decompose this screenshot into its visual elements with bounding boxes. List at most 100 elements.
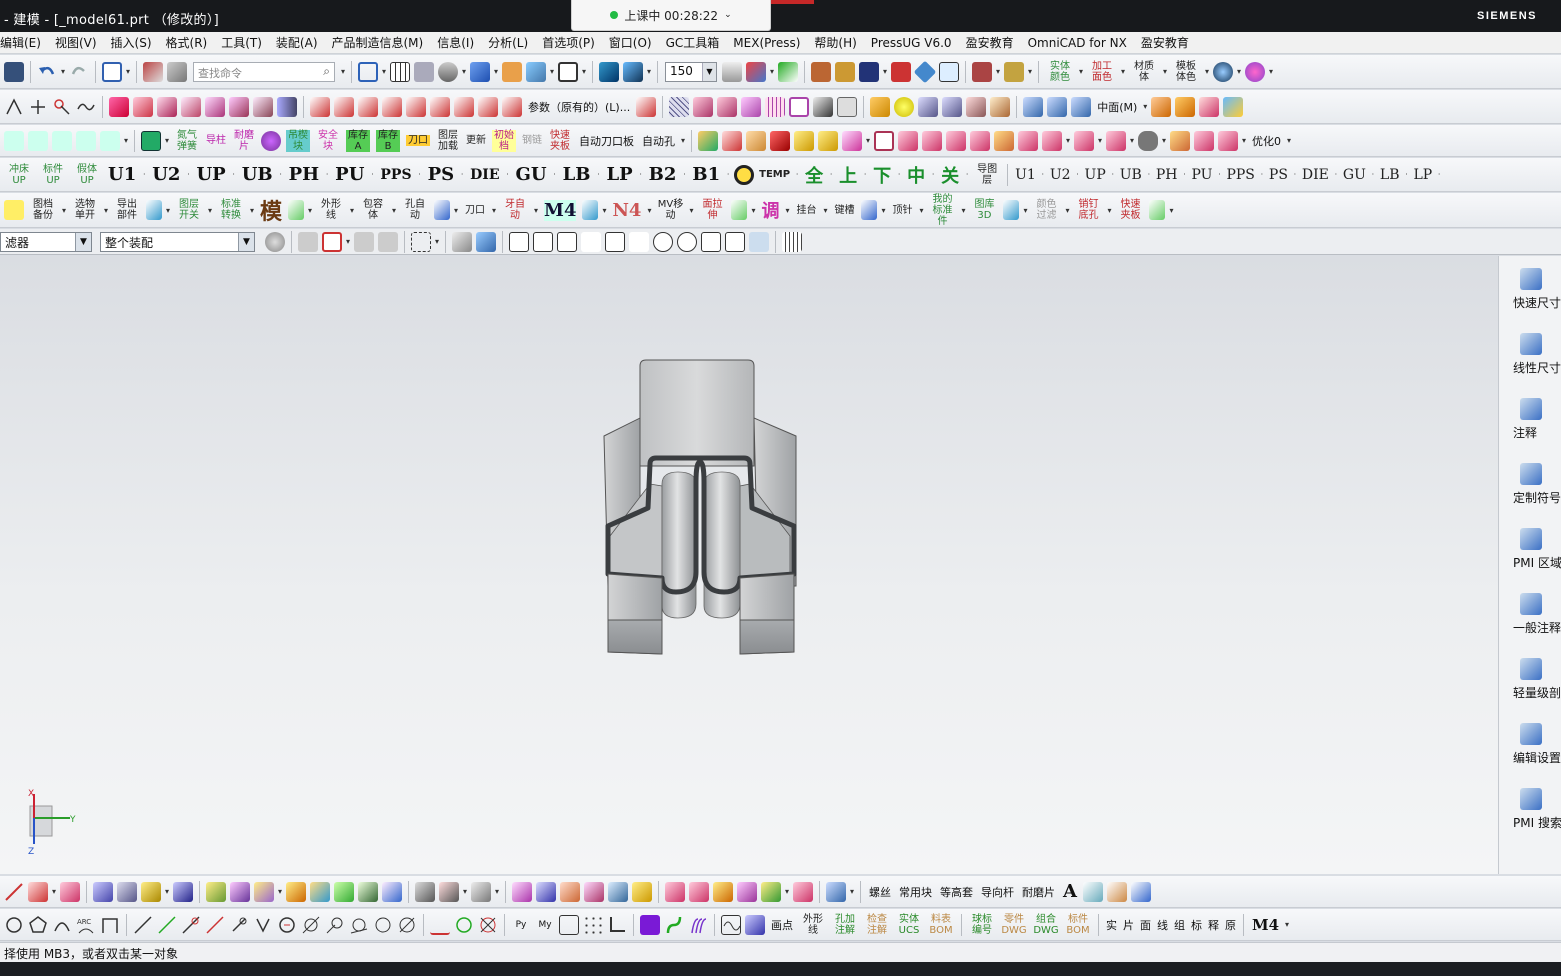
sheet-icon[interactable]	[1071, 96, 1092, 117]
line-a-icon[interactable]	[133, 915, 153, 935]
thicken-icon[interactable]	[1023, 96, 1044, 117]
select-face-icon[interactable]	[378, 231, 398, 252]
plate-shortcut-button[interactable]: PU	[335, 164, 364, 185]
die-tool-button[interactable]: 销钉底孔	[1074, 199, 1102, 221]
drawing-tool-button[interactable]: 线	[1157, 917, 1168, 933]
mesh-surface-icon[interactable]	[669, 96, 690, 117]
chevron-down-icon[interactable]: ▼	[702, 62, 716, 81]
die-standard-part-button[interactable]: 耐磨片	[1022, 884, 1055, 900]
open-box-icon[interactable]	[818, 130, 838, 151]
wave-icon[interactable]	[721, 914, 741, 935]
offset-icon[interactable]	[478, 96, 498, 117]
sphere-icon[interactable]	[894, 96, 915, 117]
plate-shortcut-button[interactable]: 下	[873, 162, 891, 188]
tool-glyph-icon[interactable]	[1003, 200, 1020, 220]
snap-icon[interactable]	[143, 61, 163, 82]
feature-a-icon[interactable]	[665, 881, 685, 902]
block-icon[interactable]	[870, 96, 891, 117]
auto-edge-plate-button[interactable]: 自动刀口板	[579, 133, 634, 149]
background-color-icon[interactable]	[558, 61, 578, 82]
tool-glyph-icon[interactable]	[861, 200, 878, 220]
resource-bar-item[interactable]: 线性尺寸	[1499, 333, 1561, 376]
ring-icon[interactable]	[734, 164, 755, 185]
plate-shortcut-button[interactable]: PS	[1269, 165, 1288, 185]
plate-shortcut-button[interactable]: GU	[1343, 165, 1366, 185]
snap-tangent-icon[interactable]	[629, 231, 649, 252]
circle-center-icon[interactable]	[277, 915, 297, 935]
plate-shortcut-button[interactable]: 关	[941, 162, 959, 188]
live-class-indicator[interactable]: 上课中 00:28:22 ⌄	[571, 0, 771, 31]
cart-icon[interactable]	[415, 881, 435, 902]
save-icon[interactable]	[4, 61, 24, 82]
resource-bar-item[interactable]: 注释	[1499, 398, 1561, 441]
pattern-d-icon[interactable]	[584, 881, 604, 902]
die-standard-part-button[interactable]: 导向杆	[981, 884, 1014, 900]
layer-settings-icon[interactable]	[722, 61, 742, 82]
ruled-icon[interactable]	[741, 96, 762, 117]
swept-icon[interactable]	[717, 96, 738, 117]
die-tool-button[interactable]: 孔自动	[401, 199, 429, 221]
safety-block-button[interactable]: 安全块	[316, 130, 340, 152]
line-c-icon[interactable]	[181, 915, 201, 935]
menu-item[interactable]: 插入(S)	[104, 34, 159, 51]
gear-icon[interactable]	[1245, 61, 1265, 82]
globe-icon[interactable]	[1213, 61, 1233, 82]
import-icon[interactable]	[826, 881, 846, 902]
menu-item[interactable]: 产品制造信息(M)	[325, 34, 431, 51]
box-e-icon[interactable]	[994, 130, 1014, 151]
shape-icon[interactable]	[60, 881, 80, 902]
view-triad[interactable]: X Y Z	[24, 788, 84, 858]
drawing-tool-button[interactable]: 料表BOM	[928, 914, 954, 936]
pattern-c-icon[interactable]	[560, 881, 580, 902]
tool-glyph-icon[interactable]	[1149, 200, 1166, 220]
punch3-icon[interactable]	[76, 130, 96, 151]
feature-f-icon[interactable]	[793, 881, 813, 902]
explode-icon[interactable]	[439, 881, 459, 902]
drawing-tool-button[interactable]: 外形线	[800, 914, 826, 936]
plus-box-icon[interactable]	[842, 130, 862, 151]
menu-item[interactable]: GC工具箱	[659, 34, 727, 51]
plate-shortcut-button[interactable]: PPS	[380, 167, 411, 183]
feature-d-icon[interactable]	[737, 881, 757, 902]
box-j-icon[interactable]	[1170, 130, 1190, 151]
arrow-icon[interactable]	[972, 61, 992, 82]
plate-shortcut-button[interactable]: B1	[692, 164, 720, 185]
box-h-icon[interactable]	[1074, 130, 1094, 151]
assembly-icon[interactable]	[698, 130, 718, 151]
sheet-metal-part[interactable]	[600, 356, 810, 666]
plate-shortcut-button[interactable]: PPS	[1226, 165, 1254, 185]
draw-point-icon[interactable]	[745, 914, 765, 935]
rectangle-select-icon[interactable]	[411, 231, 431, 252]
undo-icon[interactable]	[37, 62, 57, 82]
curve-length-icon[interactable]	[406, 96, 426, 117]
snap-midpoint-icon[interactable]	[557, 231, 577, 252]
tool-glyph-icon[interactable]	[288, 200, 305, 220]
select-curve-icon[interactable]	[354, 231, 374, 252]
s-curve-icon[interactable]	[664, 915, 684, 935]
selection-scope-select[interactable]: 整个装配 ▼	[100, 231, 255, 252]
copy-icon[interactable]	[167, 61, 187, 82]
drawing-tool-button[interactable]: 实体UCS	[896, 914, 922, 936]
surface-grid-icon[interactable]	[765, 96, 786, 117]
circle-line-icon[interactable]	[349, 915, 369, 935]
feature-c-icon[interactable]	[713, 881, 733, 902]
drawing-tool-button[interactable]: 球标编号	[969, 914, 995, 936]
die-tool-button[interactable]: 图档备份	[29, 199, 57, 221]
sketch-icon[interactable]	[4, 97, 24, 117]
menu-item[interactable]: 编辑(E)	[0, 34, 48, 51]
die-tool-button[interactable]: MV移动	[656, 199, 684, 221]
undo-dropdown-icon[interactable]: ▾	[59, 67, 67, 76]
extract-icon[interactable]	[253, 96, 273, 117]
box-c-icon[interactable]	[946, 130, 966, 151]
die-tool-button[interactable]: 导出部件	[113, 199, 141, 221]
brush-icon[interactable]	[722, 130, 742, 151]
die-tool-button[interactable]: 调	[761, 197, 779, 223]
plate-shortcut-button[interactable]: UP	[1085, 165, 1106, 185]
annotation-tool-icon[interactable]	[1130, 881, 1151, 902]
hand-icon[interactable]	[93, 881, 113, 902]
circle-3pt-icon[interactable]	[373, 915, 393, 935]
frame-icon[interactable]	[874, 130, 894, 151]
frame-curve-icon[interactable]	[100, 915, 120, 935]
box-b-icon[interactable]	[922, 130, 942, 151]
drawing-tool-button[interactable]: 实	[1106, 917, 1117, 933]
